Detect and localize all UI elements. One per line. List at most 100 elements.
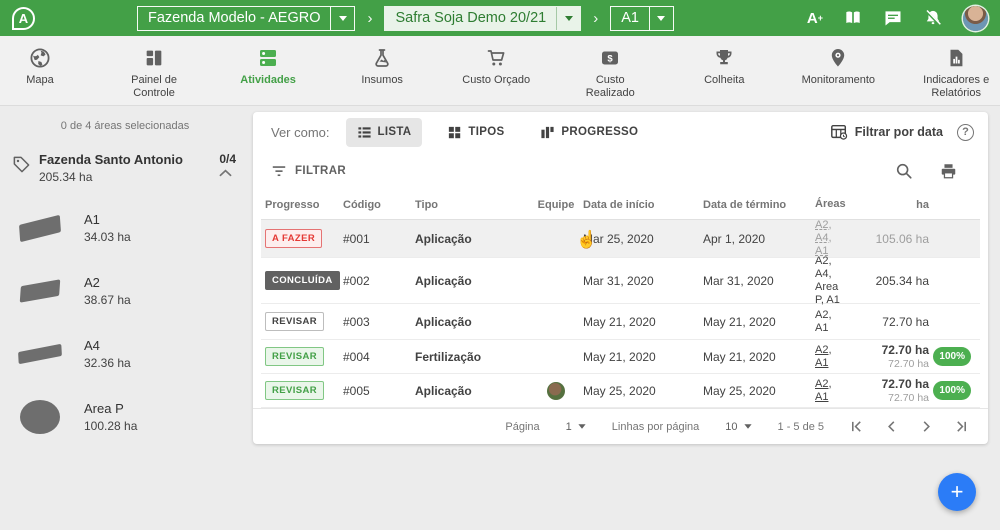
area-item-a4[interactable]: A4 32.36 ha: [14, 332, 250, 376]
activity-type: Aplicação: [411, 384, 533, 398]
feedback-chat-icon[interactable]: [883, 8, 903, 28]
activities-table: Progresso Código Tipo Equipe Data de iní…: [253, 190, 988, 408]
end-date: May 21, 2020: [699, 350, 811, 364]
area-shape-icon: [14, 283, 66, 299]
column-header-data-inicio[interactable]: Data de início: [579, 199, 699, 211]
area-item-a1[interactable]: A1 34.03 ha: [14, 206, 250, 250]
hectares-value: 105.06 ha: [861, 232, 933, 246]
activity-code: #001: [339, 232, 411, 246]
area-link[interactable]: A2,: [815, 219, 857, 232]
area-size: 32.36 ha: [84, 356, 131, 370]
table-row[interactable]: REVISAR #004 Fertilização May 21, 2020 M…: [261, 340, 980, 374]
knowledge-book-icon[interactable]: [843, 8, 863, 28]
field-selector-caret-icon[interactable]: [649, 7, 673, 30]
column-header-ha[interactable]: ha: [861, 199, 933, 211]
report-icon: [945, 45, 967, 71]
view-tab-tipos[interactable]: TIPOS: [436, 118, 515, 147]
nav-item-colheita[interactable]: Colheita: [684, 45, 764, 87]
season-selector-value: Safra Soja Demo 20/21: [385, 7, 556, 30]
notifications-muted-icon[interactable]: [923, 8, 943, 28]
help-icon[interactable]: ?: [957, 124, 974, 141]
column-header-tipo[interactable]: Tipo: [411, 199, 533, 211]
nav-item-custo-orcado[interactable]: Custo Orçado: [456, 45, 536, 87]
view-tab-lista[interactable]: LISTA: [346, 118, 423, 147]
area-shape-icon: [14, 400, 66, 434]
aegro-logo-icon[interactable]: A: [12, 7, 35, 30]
area-link[interactable]: A2,: [815, 378, 857, 391]
rows-per-page-value: 10: [725, 421, 737, 433]
dashboard-icon: [143, 45, 165, 71]
start-date: Mar 25, 2020: [579, 232, 699, 246]
page-select-value: 1: [566, 421, 572, 433]
academy-icon[interactable]: A+: [807, 11, 823, 26]
activity-type: Aplicação: [411, 315, 533, 329]
area-link[interactable]: A1: [815, 391, 857, 404]
farm-group-header[interactable]: Fazenda Santo Antonio 205.34 ha 0/4: [0, 152, 250, 184]
search-icon[interactable]: [895, 162, 913, 180]
column-header-data-termino[interactable]: Data de término: [699, 199, 811, 211]
nav-label: Atividades: [240, 74, 296, 87]
start-date: Mar 31, 2020: [579, 274, 699, 288]
field-selector-value: A1: [611, 7, 649, 30]
add-activity-fab[interactable]: +: [938, 473, 976, 511]
filter-by-date-button[interactable]: Filtrar por data: [830, 123, 943, 141]
farm-selector-caret-icon[interactable]: [330, 7, 354, 30]
season-selector-caret-icon[interactable]: [556, 7, 580, 30]
nav-item-custo-realizado[interactable]: $ Custo Realizado: [570, 45, 650, 99]
filter-button-label: FILTRAR: [295, 165, 346, 177]
user-avatar[interactable]: [963, 6, 988, 31]
table-row[interactable]: A FAZER #001 Aplicação Mar 25, 2020 Apr …: [261, 220, 980, 258]
field-selector[interactable]: A1: [610, 6, 674, 31]
area-link[interactable]: A4,: [815, 232, 857, 245]
area-link[interactable]: A2,: [815, 344, 857, 357]
previous-page-icon[interactable]: [885, 420, 898, 433]
end-date: May 21, 2020: [699, 315, 811, 329]
page-select[interactable]: 1: [566, 421, 586, 433]
table-row[interactable]: REVISAR #003 Aplicação May 21, 2020 May …: [261, 304, 980, 340]
table-row[interactable]: REVISAR #005 Aplicação May 25, 2020 May …: [261, 374, 980, 408]
season-selector[interactable]: Safra Soja Demo 20/21: [384, 6, 581, 31]
end-date: May 25, 2020: [699, 384, 811, 398]
area-shape-icon: [14, 348, 66, 360]
column-header-areas[interactable]: Áreas: [811, 198, 861, 211]
collapse-chevron-icon[interactable]: [219, 169, 236, 177]
area-name: A2: [84, 275, 131, 290]
nav-item-indicadores-relatorios[interactable]: Indicadores e Relatórios: [912, 45, 1000, 99]
activities-icon: [256, 45, 280, 71]
progress-pill: 100%: [933, 347, 971, 366]
team-member-avatar[interactable]: [547, 382, 565, 400]
farm-selector[interactable]: Fazenda Modelo - AEGRO: [137, 6, 355, 31]
column-header-equipe[interactable]: Equipe: [533, 199, 579, 211]
column-header-progresso[interactable]: Progresso: [261, 199, 339, 211]
print-icon[interactable]: [939, 162, 958, 180]
map-pin-icon: [826, 45, 850, 71]
nav-item-mapa[interactable]: Mapa: [0, 45, 80, 87]
area-item-a2[interactable]: A2 38.67 ha: [14, 269, 250, 313]
breadcrumb-separator: ›: [365, 10, 374, 27]
area-link[interactable]: A1: [815, 357, 857, 370]
areas-selection-summary: 0 de 4 áreas selecionadas: [0, 120, 250, 132]
area-item-area-p[interactable]: Area P 100.28 ha: [14, 395, 250, 439]
view-tab-label: PROGRESSO: [561, 126, 638, 138]
rows-per-page-select[interactable]: 10: [725, 421, 751, 433]
start-date: May 25, 2020: [579, 384, 699, 398]
nav-label: Colheita: [704, 74, 744, 87]
status-badge: A FAZER: [265, 229, 322, 248]
nav-item-painel-de-controle[interactable]: Painel de Controle: [114, 45, 194, 99]
nav-item-atividades[interactable]: Atividades: [228, 45, 308, 87]
breadcrumb-separator: ›: [591, 10, 600, 27]
next-page-icon[interactable]: [920, 420, 933, 433]
areas-cell: A2, A4, A1: [811, 219, 861, 258]
pagination-range: 1 - 5 de 5: [778, 421, 824, 433]
first-page-icon[interactable]: [850, 420, 863, 433]
nav-label: Indicadores e Relatórios: [912, 74, 1000, 99]
filter-icon: [271, 165, 287, 178]
last-page-icon[interactable]: [955, 420, 968, 433]
column-header-codigo[interactable]: Código: [339, 199, 411, 211]
activity-code: #002: [339, 274, 411, 288]
view-tab-progresso[interactable]: PROGRESSO: [529, 118, 649, 147]
nav-item-monitoramento[interactable]: Monitoramento: [798, 45, 878, 87]
nav-item-insumos[interactable]: Insumos: [342, 45, 422, 87]
table-row[interactable]: CONCLUÍDA #002 Aplicação Mar 31, 2020 Ma…: [261, 258, 980, 304]
filter-button[interactable]: FILTRAR: [271, 165, 346, 178]
